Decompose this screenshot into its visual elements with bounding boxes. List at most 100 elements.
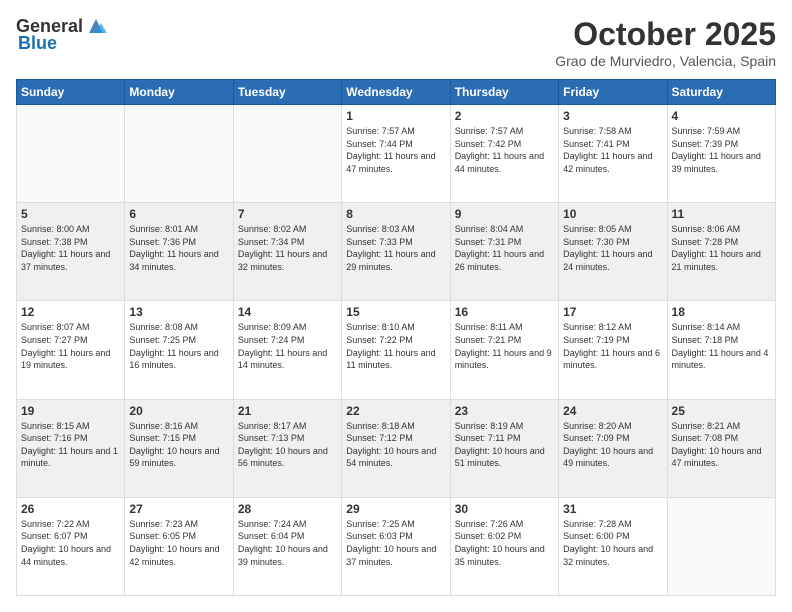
table-row: 23 Sunrise: 8:19 AMSunset: 7:11 PMDayligh…: [450, 399, 558, 497]
day-info: Sunrise: 8:18 AMSunset: 7:12 PMDaylight:…: [346, 420, 445, 470]
day-number: 14: [238, 305, 337, 319]
table-row: [233, 105, 341, 203]
day-info: Sunrise: 8:10 AMSunset: 7:22 PMDaylight:…: [346, 321, 445, 371]
table-row: 21Sunrise: 8:17 AMSunset: 7:13 PMDayligh…: [233, 399, 341, 497]
table-row: 29Sunrise: 7:25 AMSunset: 6:03 PMDayligh…: [342, 497, 450, 595]
day-number: 28: [238, 502, 337, 516]
header-sunday: Sunday: [17, 80, 125, 105]
table-row: [125, 105, 233, 203]
day-number: 9: [455, 207, 554, 221]
table-row: 3 Sunrise: 7:58 AMSunset: 7:41 PMDaylight…: [559, 105, 667, 203]
day-number: 10: [563, 207, 662, 221]
day-info: Sunrise: 8:02 AMSunset: 7:34 PMDaylight:…: [238, 223, 337, 273]
day-number: 20: [129, 404, 228, 418]
header-saturday: Saturday: [667, 80, 775, 105]
day-info: Sunrise: 8:14 AMSunset: 7:18 PMDaylight:…: [672, 321, 771, 371]
day-number: 8: [346, 207, 445, 221]
calendar-week-row: 5 Sunrise: 8:00 AMSunset: 7:38 PMDaylight…: [17, 203, 776, 301]
table-row: 11 Sunrise: 8:06 AMSunset: 7:28 PMDayligh…: [667, 203, 775, 301]
calendar-table: Sunday Monday Tuesday Wednesday Thursday…: [16, 79, 776, 596]
logo: General Blue: [16, 16, 107, 54]
day-number: 22: [346, 404, 445, 418]
day-info: Sunrise: 7:26 AMSunset: 6:02 PMDaylight:…: [455, 518, 554, 568]
table-row: 4 Sunrise: 7:59 AMSunset: 7:39 PMDaylight…: [667, 105, 775, 203]
day-number: 31: [563, 502, 662, 516]
table-row: 19 Sunrise: 8:15 AMSunset: 7:16 PMDayligh…: [17, 399, 125, 497]
table-row: 28 Sunrise: 7:24 AMSunset: 6:04 PMDayligh…: [233, 497, 341, 595]
day-number: 29: [346, 502, 445, 516]
page: General Blue October 2025 Grao de Murvie…: [0, 0, 792, 612]
calendar-week-row: 19 Sunrise: 8:15 AMSunset: 7:16 PMDayligh…: [17, 399, 776, 497]
table-row: 16 Sunrise: 8:11 AMSunset: 7:21 PMDayligh…: [450, 301, 558, 399]
day-number: 17: [563, 305, 662, 319]
table-row: 8 Sunrise: 8:03 AMSunset: 7:33 PMDaylight…: [342, 203, 450, 301]
day-number: 4: [672, 109, 771, 123]
day-info: Sunrise: 8:21 AMSunset: 7:08 PMDaylight:…: [672, 420, 771, 470]
day-info: Sunrise: 8:19 AMSunset: 7:11 PMDaylight:…: [455, 420, 554, 470]
day-info: Sunrise: 8:06 AMSunset: 7:28 PMDaylight:…: [672, 223, 771, 273]
day-number: 16: [455, 305, 554, 319]
day-number: 26: [21, 502, 120, 516]
table-row: 1 Sunrise: 7:57 AMSunset: 7:44 PMDaylight…: [342, 105, 450, 203]
location-title: Grao de Murviedro, Valencia, Spain: [555, 53, 776, 69]
day-number: 1: [346, 109, 445, 123]
day-number: 23: [455, 404, 554, 418]
day-info: Sunrise: 8:11 AMSunset: 7:21 PMDaylight:…: [455, 321, 554, 371]
table-row: 10 Sunrise: 8:05 AMSunset: 7:30 PMDayligh…: [559, 203, 667, 301]
day-info: Sunrise: 7:58 AMSunset: 7:41 PMDaylight:…: [563, 125, 662, 175]
header-thursday: Thursday: [450, 80, 558, 105]
table-row: 15Sunrise: 8:10 AMSunset: 7:22 PMDayligh…: [342, 301, 450, 399]
table-row: 24 Sunrise: 8:20 AMSunset: 7:09 PMDayligh…: [559, 399, 667, 497]
calendar-week-row: 26 Sunrise: 7:22 AMSunset: 6:07 PMDayligh…: [17, 497, 776, 595]
day-info: Sunrise: 8:16 AMSunset: 7:15 PMDaylight:…: [129, 420, 228, 470]
day-info: Sunrise: 8:09 AMSunset: 7:24 PMDaylight:…: [238, 321, 337, 371]
day-number: 3: [563, 109, 662, 123]
day-number: 7: [238, 207, 337, 221]
table-row: 20 Sunrise: 8:16 AMSunset: 7:15 PMDayligh…: [125, 399, 233, 497]
day-number: 18: [672, 305, 771, 319]
day-info: Sunrise: 8:01 AMSunset: 7:36 PMDaylight:…: [129, 223, 228, 273]
table-row: 9 Sunrise: 8:04 AMSunset: 7:31 PMDaylight…: [450, 203, 558, 301]
table-row: 26 Sunrise: 7:22 AMSunset: 6:07 PMDayligh…: [17, 497, 125, 595]
header-friday: Friday: [559, 80, 667, 105]
day-info: Sunrise: 8:04 AMSunset: 7:31 PMDaylight:…: [455, 223, 554, 273]
table-row: 2Sunrise: 7:57 AMSunset: 7:42 PMDaylight…: [450, 105, 558, 203]
weekday-header-row: Sunday Monday Tuesday Wednesday Thursday…: [17, 80, 776, 105]
day-info: Sunrise: 8:05 AMSunset: 7:30 PMDaylight:…: [563, 223, 662, 273]
day-info: Sunrise: 8:08 AMSunset: 7:25 PMDaylight:…: [129, 321, 228, 371]
day-info: Sunrise: 8:12 AMSunset: 7:19 PMDaylight:…: [563, 321, 662, 371]
day-info: Sunrise: 7:23 AMSunset: 6:05 PMDaylight:…: [129, 518, 228, 568]
header-monday: Monday: [125, 80, 233, 105]
day-number: 13: [129, 305, 228, 319]
table-row: 22 Sunrise: 8:18 AMSunset: 7:12 PMDayligh…: [342, 399, 450, 497]
table-row: 13 Sunrise: 8:08 AMSunset: 7:25 PMDayligh…: [125, 301, 233, 399]
day-info: Sunrise: 7:24 AMSunset: 6:04 PMDaylight:…: [238, 518, 337, 568]
day-info: Sunrise: 7:28 AMSunset: 6:00 PMDaylight:…: [563, 518, 662, 568]
day-info: Sunrise: 8:20 AMSunset: 7:09 PMDaylight:…: [563, 420, 662, 470]
table-row: 31 Sunrise: 7:28 AMSunset: 6:00 PMDayligh…: [559, 497, 667, 595]
day-info: Sunrise: 7:22 AMSunset: 6:07 PMDaylight:…: [21, 518, 120, 568]
day-info: Sunrise: 8:15 AMSunset: 7:16 PMDaylight:…: [21, 420, 120, 470]
day-info: Sunrise: 8:03 AMSunset: 7:33 PMDaylight:…: [346, 223, 445, 273]
day-number: 6: [129, 207, 228, 221]
table-row: [667, 497, 775, 595]
table-row: [17, 105, 125, 203]
day-info: Sunrise: 7:59 AMSunset: 7:39 PMDaylight:…: [672, 125, 771, 175]
table-row: 30 Sunrise: 7:26 AMSunset: 6:02 PMDayligh…: [450, 497, 558, 595]
table-row: 5 Sunrise: 8:00 AMSunset: 7:38 PMDaylight…: [17, 203, 125, 301]
header-tuesday: Tuesday: [233, 80, 341, 105]
logo-icon: [85, 15, 107, 37]
day-info: Sunrise: 8:17 AMSunset: 7:13 PMDaylight:…: [238, 420, 337, 470]
table-row: 25Sunrise: 8:21 AMSunset: 7:08 PMDayligh…: [667, 399, 775, 497]
day-number: 2: [455, 109, 554, 123]
day-number: 5: [21, 207, 120, 221]
day-number: 11: [672, 207, 771, 221]
month-title: October 2025: [555, 16, 776, 53]
calendar-week-row: 12Sunrise: 8:07 AMSunset: 7:27 PMDayligh…: [17, 301, 776, 399]
day-number: 24: [563, 404, 662, 418]
day-number: 30: [455, 502, 554, 516]
day-info: Sunrise: 7:57 AMSunset: 7:44 PMDaylight:…: [346, 125, 445, 175]
day-number: 19: [21, 404, 120, 418]
header: General Blue October 2025 Grao de Murvie…: [16, 16, 776, 69]
day-info: Sunrise: 8:00 AMSunset: 7:38 PMDaylight:…: [21, 223, 120, 273]
